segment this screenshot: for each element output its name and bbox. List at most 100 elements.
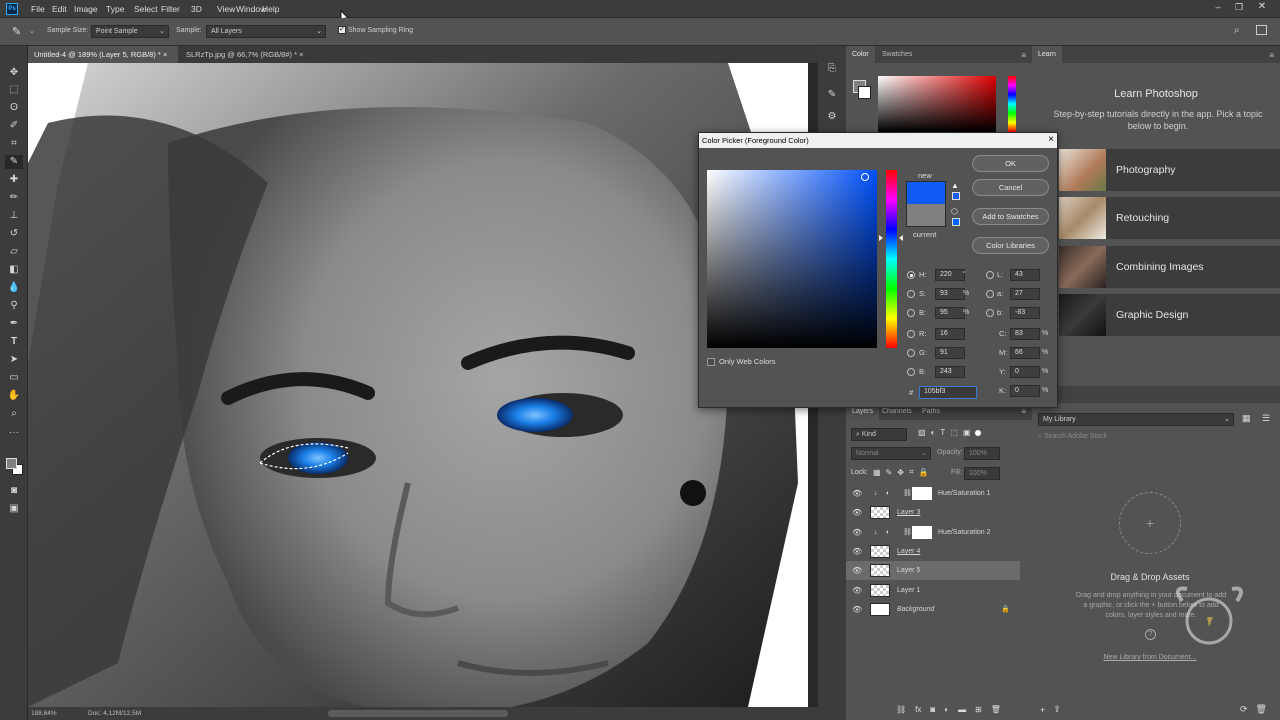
menu-image[interactable]: Image xyxy=(72,0,100,18)
tab-color[interactable]: Color xyxy=(846,46,875,63)
blend-mode-select[interactable]: Normal ⌄ xyxy=(851,447,931,460)
learn-card-graphic-design[interactable]: Graphic Design > xyxy=(1059,294,1280,336)
web-safe-warning-icon[interactable]: ⬡ xyxy=(951,207,958,216)
menu-filter[interactable]: 3D xyxy=(189,0,204,18)
lab-b-field[interactable]: -83 xyxy=(1010,307,1040,319)
layer-name[interactable]: Layer 1 xyxy=(897,581,920,600)
sampling-ring-checkbox[interactable]: ✓ xyxy=(338,26,346,34)
menu-layer[interactable]: Type xyxy=(104,0,126,18)
cyan-field[interactable]: 83 xyxy=(1010,328,1040,340)
hue-slider[interactable] xyxy=(1008,76,1016,132)
add-content-icon[interactable]: + xyxy=(1040,705,1045,715)
layer-row-selected[interactable]: 👁 Layer 5 xyxy=(846,561,1020,580)
history-brush-tool-icon[interactable]: ↺ xyxy=(5,227,23,241)
screen-mode-icon[interactable]: ▣ xyxy=(5,502,23,516)
filter-toggle-icon[interactable] xyxy=(975,429,982,436)
saturation-brightness-field[interactable] xyxy=(707,170,877,348)
marquee-tool-icon[interactable]: ⬚ xyxy=(5,83,23,97)
hue-slider-left-arrow[interactable] xyxy=(879,235,883,241)
sync-icon[interactable]: ⟳ xyxy=(1240,704,1248,715)
blue-radio[interactable] xyxy=(907,368,915,376)
sample-select[interactable]: All Layers ⌄ xyxy=(206,25,326,38)
lock-pixels-icon[interactable]: ✎ xyxy=(886,468,893,477)
minimize-button[interactable]: – xyxy=(1212,2,1224,14)
adjustment-filter-icon[interactable]: ◐ xyxy=(931,428,936,437)
only-web-colors-checkbox[interactable] xyxy=(707,358,715,366)
menu-file[interactable]: File xyxy=(29,0,47,18)
delete-layer-icon[interactable]: 🗑 xyxy=(991,705,1001,714)
hand-tool-icon[interactable]: ✋ xyxy=(5,389,23,403)
color-libraries-button[interactable]: Color Libraries xyxy=(972,237,1049,254)
brush-panel-icon[interactable]: ✎ xyxy=(823,88,841,102)
brush-tool-icon[interactable]: ✏ xyxy=(5,191,23,205)
search-icon[interactable]: ⌕ xyxy=(1234,25,1240,36)
adjustments-panel-icon[interactable]: ⚙ xyxy=(823,110,841,124)
layer-row[interactable]: 👁 Layer 4 xyxy=(846,542,1020,561)
panel-menu-icon[interactable]: ≡ xyxy=(1021,51,1026,60)
tab-untitled-4[interactable]: Untitled-4 @ 189% (Layer 5, RGB/8) * × xyxy=(28,46,178,63)
hue-spectrum-slider[interactable] xyxy=(886,170,897,348)
new-adjustment-icon[interactable]: ◐ xyxy=(944,705,949,714)
layer-row[interactable]: 👁 ↓ ◐ ⛓ Hue/Saturation 1 xyxy=(846,484,1020,503)
color-field-marker[interactable] xyxy=(861,173,869,181)
dialog-close-button[interactable]: × xyxy=(1045,134,1057,146)
layer-row[interactable]: 👁 ↓ ◐ ⛓ Hue/Saturation 2 xyxy=(846,523,1020,542)
delete-icon[interactable]: 🗑 xyxy=(1256,704,1267,715)
zoom-level[interactable]: 188,64% xyxy=(31,707,57,720)
brightness-radio[interactable] xyxy=(907,309,915,317)
magenta-field[interactable]: 66 xyxy=(1010,347,1040,359)
help-icon[interactable]: ? xyxy=(1145,629,1156,640)
layer-row[interactable]: 👁 Layer 3 xyxy=(846,503,1020,522)
out-of-gamut-warning-icon[interactable]: ▲ xyxy=(951,181,959,190)
menu-help[interactable] xyxy=(300,0,304,18)
visibility-eye-icon[interactable]: 👁 xyxy=(852,581,862,600)
path-selection-tool-icon[interactable]: ➤ xyxy=(5,353,23,367)
panel-menu-icon[interactable]: ≡ xyxy=(1021,407,1026,416)
eyedropper-tool-icon[interactable]: ✎ xyxy=(12,25,21,38)
hue-field[interactable]: 220 xyxy=(935,269,965,281)
visibility-eye-icon[interactable]: 👁 xyxy=(852,600,862,619)
add-mask-icon[interactable]: ◙ xyxy=(930,705,935,714)
restore-button[interactable]: ❐ xyxy=(1233,2,1245,14)
visibility-eye-icon[interactable]: 👁 xyxy=(852,561,862,580)
link-layers-icon[interactable]: ⛓ xyxy=(896,705,906,714)
type-tool-icon[interactable]: T xyxy=(5,335,23,349)
yellow-field[interactable]: 0 xyxy=(1010,366,1040,378)
crop-tool-icon[interactable]: ⌗ xyxy=(5,137,23,151)
menu-type[interactable]: Select xyxy=(132,0,160,18)
lock-artboard-icon[interactable]: ⌗ xyxy=(909,467,914,477)
menu-window[interactable]: Help xyxy=(260,0,281,18)
clone-stamp-tool-icon[interactable]: ⊥ xyxy=(5,209,23,223)
lab-l-field[interactable]: 43 xyxy=(1010,269,1040,281)
smart-object-filter-icon[interactable]: ▣ xyxy=(963,428,971,437)
list-view-icon[interactable]: ☰ xyxy=(1262,413,1270,424)
type-filter-icon[interactable]: T xyxy=(940,428,945,437)
tab-learn[interactable]: Learn xyxy=(1032,46,1062,63)
brightness-field[interactable]: 95 xyxy=(935,307,965,319)
visibility-eye-icon[interactable]: 👁 xyxy=(852,484,862,503)
layer-name[interactable]: Layer 4 xyxy=(897,542,920,561)
lab-a-field[interactable]: 27 xyxy=(1010,288,1040,300)
layer-name[interactable]: Hue/Saturation 2 xyxy=(938,523,991,542)
pen-tool-icon[interactable]: ✒ xyxy=(5,317,23,331)
visibility-eye-icon[interactable]: 👁 xyxy=(852,523,862,542)
workspace-icon[interactable] xyxy=(1256,25,1267,35)
ok-button[interactable]: OK xyxy=(972,155,1049,172)
history-panel-icon[interactable]: ⎘ xyxy=(823,62,841,76)
layer-name[interactable]: Hue/Saturation 1 xyxy=(938,484,991,503)
hue-radio[interactable] xyxy=(907,271,915,279)
hex-field[interactable]: 105bf3 xyxy=(919,386,977,399)
hue-slider-right-arrow[interactable] xyxy=(899,235,903,241)
eyedropper-tool-icon[interactable]: ✎ xyxy=(5,155,23,169)
black-field[interactable]: 0 xyxy=(1010,385,1040,397)
lasso-tool-icon[interactable]: ʘ xyxy=(5,101,23,115)
lab-b-radio[interactable] xyxy=(986,309,994,317)
tool-preset-chevron-icon[interactable]: ⌄ xyxy=(29,27,35,35)
fx-icon[interactable]: fx xyxy=(915,705,921,714)
menu-select[interactable]: Filter xyxy=(159,0,182,18)
stock-search-input[interactable]: ⌕ Search Adobe Stock xyxy=(1038,433,1274,445)
current-color-swatch[interactable] xyxy=(906,204,946,227)
add-asset-circle[interactable]: + xyxy=(1119,492,1181,554)
library-select[interactable]: My Library ⌄ xyxy=(1038,413,1234,426)
dodge-tool-icon[interactable]: ⚲ xyxy=(5,299,23,313)
